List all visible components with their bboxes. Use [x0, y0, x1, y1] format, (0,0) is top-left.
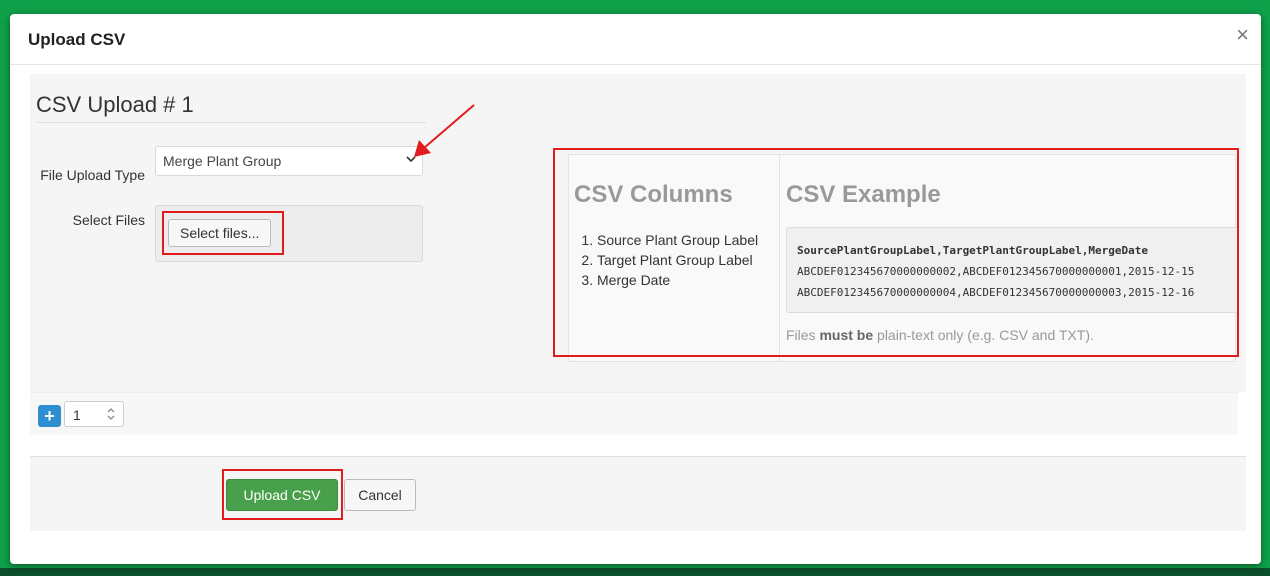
annotation-arrow-icon — [414, 104, 475, 157]
